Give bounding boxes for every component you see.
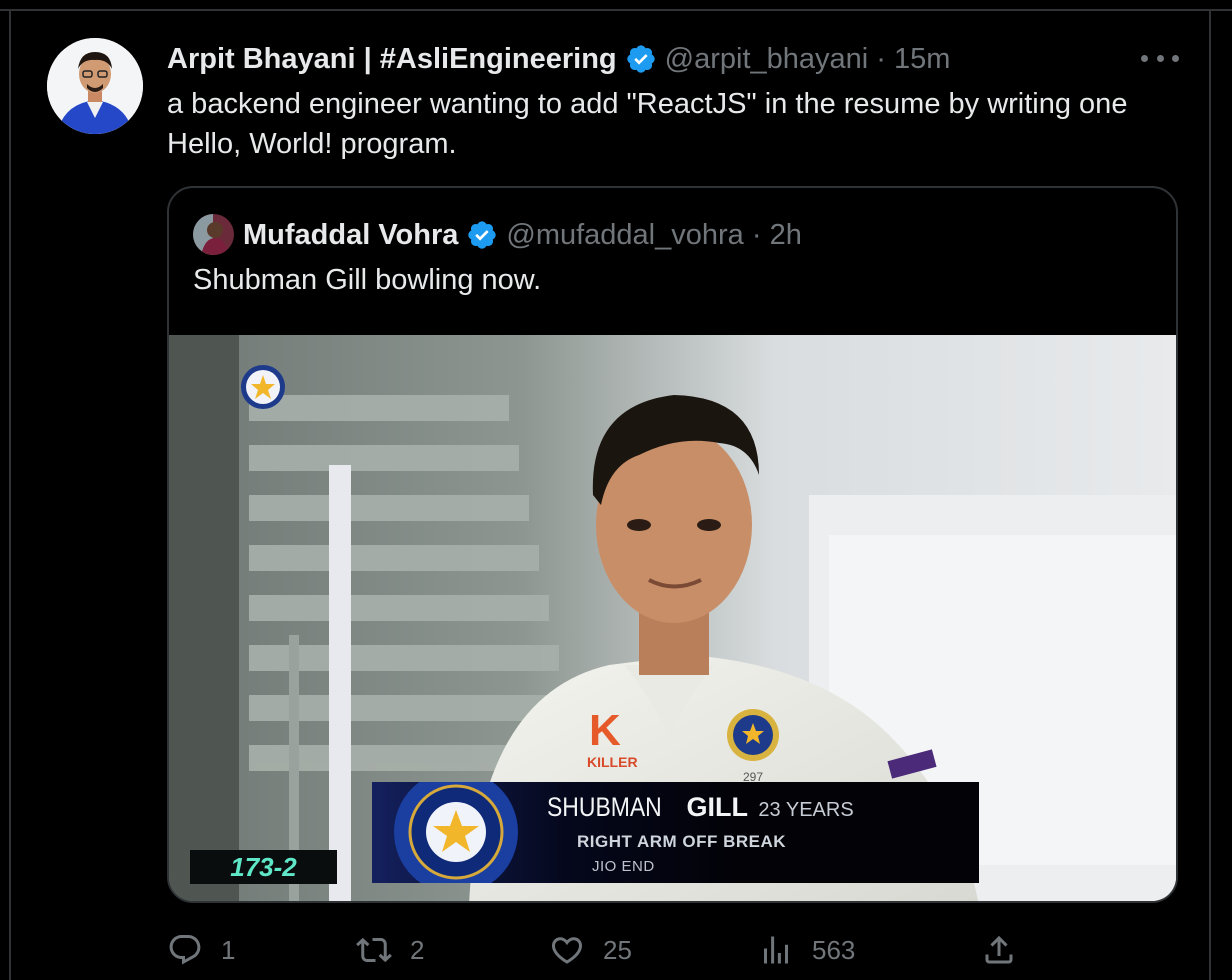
tweet-timestamp[interactable]: 15m	[894, 43, 950, 75]
left-border	[9, 11, 11, 980]
quoted-tweet-timestamp[interactable]: 2h	[770, 219, 802, 251]
player-age: 23 YEARS	[758, 799, 854, 821]
retweet-count: 2	[410, 934, 425, 965]
player-first-name: SHUBMAN	[547, 792, 662, 822]
player-last-name: GILL	[686, 792, 748, 822]
views-button[interactable]: 563	[758, 928, 855, 972]
like-count: 25	[603, 934, 632, 965]
share-button[interactable]	[981, 928, 1017, 972]
bowling-end: JIO END	[592, 858, 655, 875]
reply-button[interactable]: 1	[167, 928, 235, 972]
tweet-header: Arpit Bhayani | #AsliEngineering @arpit_…	[167, 40, 950, 78]
separator-dot: ·	[876, 42, 886, 75]
verified-badge-icon	[468, 221, 497, 249]
tweet-text: a backend engineer wanting to add "React…	[167, 88, 1128, 160]
bcci-logo-icon	[394, 782, 518, 883]
bowling-style: RIGHT ARM OFF BREAK	[577, 832, 787, 851]
quoted-author-display-name[interactable]: Mufaddal Vohra	[243, 219, 458, 252]
author-display-name[interactable]: Arpit Bhayani | #AsliEngineering	[167, 43, 617, 76]
reply-icon	[169, 935, 201, 965]
quoted-tweet-text: Shubman Gill bowling now.	[193, 264, 542, 296]
author-handle[interactable]: @arpit_bhayani	[665, 43, 869, 75]
analytics-icon	[764, 936, 788, 964]
views-count: 563	[812, 934, 856, 965]
like-button[interactable]: 25	[549, 928, 632, 972]
reply-count: 1	[221, 934, 236, 965]
tweet-action-bar: 1 2 25 563	[167, 928, 1027, 972]
right-border	[1209, 11, 1211, 980]
more-dots-icon[interactable]	[1141, 46, 1179, 70]
player-info-lower-third: SHUBMAN GILL 23 YEARS RIGHT ARM OFF BREA…	[372, 782, 979, 883]
match-score: 173-2	[190, 850, 337, 884]
top-divider	[0, 0, 1232, 11]
quoted-author-handle[interactable]: @mufaddal_vohra	[506, 219, 743, 251]
author-avatar[interactable]	[47, 38, 143, 134]
shirt-brand-text: KILLER	[587, 754, 638, 770]
quoted-tweet-header: Mufaddal Vohra @mufaddal_vohra · 2h	[243, 214, 802, 256]
quoted-tweet-card[interactable]: Mufaddal Vohra @mufaddal_vohra · 2h Shub…	[167, 186, 1178, 903]
retweet-button[interactable]: 2	[356, 928, 424, 972]
tweet-media-image[interactable]: K KILLER 297 SHUBMAN GILL 23 YEARS RIGHT…	[169, 335, 1176, 901]
heart-icon	[551, 937, 583, 964]
retweet-icon	[356, 937, 392, 963]
verified-badge-icon	[626, 45, 655, 73]
quoted-author-avatar[interactable]	[193, 214, 234, 255]
separator-dot: ·	[751, 218, 762, 251]
share-icon	[985, 935, 1013, 964]
svg-text:K: K	[589, 706, 621, 755]
